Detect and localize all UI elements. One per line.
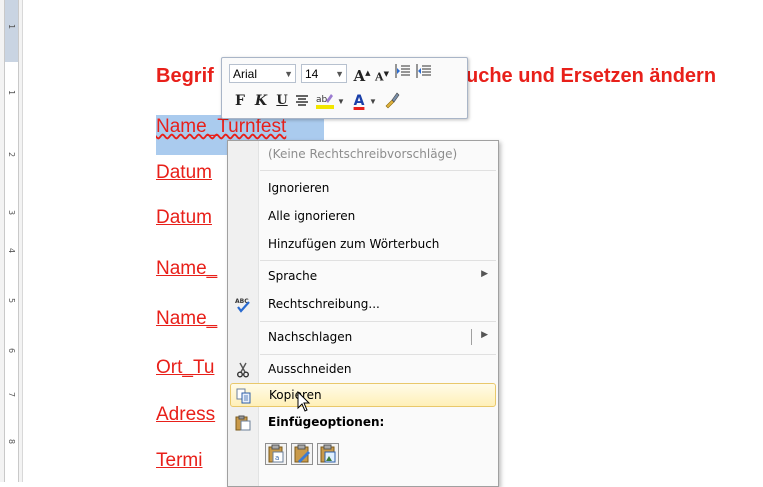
copy-icon bbox=[236, 388, 252, 404]
menu-item-no-suggestions: (Keine Rechtschreibvorschläge) bbox=[228, 143, 498, 167]
ruler-label: 7 bbox=[7, 391, 16, 398]
scissors-icon bbox=[235, 362, 251, 378]
page-edge bbox=[22, 0, 37, 482]
submenu-arrow-icon: ▶ bbox=[481, 269, 488, 279]
menu-separator bbox=[260, 321, 496, 322]
chevron-down-icon[interactable]: ▼ bbox=[337, 92, 345, 112]
paste-keep-source-formatting-button[interactable]: a bbox=[265, 443, 287, 465]
highlight-color-button[interactable]: ab bbox=[314, 91, 336, 111]
decrease-indent-button[interactable] bbox=[394, 63, 412, 83]
document-line[interactable]: Name_ bbox=[156, 258, 217, 280]
font-size-combobox[interactable]: 14 ▼ bbox=[301, 64, 347, 83]
center-align-button[interactable] bbox=[293, 93, 311, 113]
menu-item-copy[interactable]: Kopieren bbox=[230, 383, 496, 407]
ruler-label: 6 bbox=[7, 347, 16, 354]
shrink-font-button[interactable]: A▼ bbox=[374, 64, 390, 84]
ruler-label: 3 bbox=[7, 209, 16, 216]
menu-item-label: Nachschlagen bbox=[268, 330, 353, 344]
document-heading-start[interactable]: Begrif bbox=[156, 65, 214, 88]
menu-separator bbox=[260, 170, 496, 171]
increase-indent-icon bbox=[416, 64, 431, 78]
document-line[interactable]: Termi bbox=[156, 450, 202, 472]
ruler-label: 2 bbox=[7, 151, 16, 158]
mini-toolbar: Arial ▼ 14 ▼ A▲ A▼ F K U ab ▼ A ▼ bbox=[221, 57, 468, 119]
vertical-ruler[interactable]: 1 1 2 3 4 5 6 7 8 bbox=[0, 0, 22, 482]
menu-item-paste-options: Einfügeoptionen: bbox=[228, 411, 498, 435]
menu-separator bbox=[260, 354, 496, 355]
chevron-down-icon[interactable]: ▼ bbox=[335, 65, 344, 84]
menu-item-label: Rechtschreibung... bbox=[268, 297, 380, 311]
ruler-label: 5 bbox=[7, 297, 16, 304]
highlighter-icon: ab bbox=[316, 94, 334, 109]
menu-item-add-to-dictionary[interactable]: Hinzufügen zum Wörterbuch bbox=[228, 233, 498, 257]
menu-item-cut[interactable]: Ausschneiden bbox=[228, 358, 498, 382]
menu-item-label: (Keine Rechtschreibvorschläge) bbox=[268, 147, 458, 161]
svg-text:ab: ab bbox=[316, 95, 328, 105]
menu-item-label: Hinzufügen zum Wörterbuch bbox=[268, 237, 440, 251]
underline-button[interactable]: U bbox=[274, 91, 290, 111]
grow-font-icon: A bbox=[353, 67, 366, 85]
split-divider bbox=[471, 329, 472, 345]
menu-item-ignore[interactable]: Ignorieren bbox=[228, 177, 498, 201]
font-color-letter: A bbox=[353, 93, 365, 109]
spelling-check-icon: ABC bbox=[235, 297, 251, 313]
document-line[interactable]: Name_ bbox=[156, 308, 217, 330]
ruler-strip bbox=[4, 0, 19, 482]
menu-item-ignore-all[interactable]: Alle ignorieren bbox=[228, 205, 498, 229]
paste-as-picture-button[interactable] bbox=[317, 443, 339, 465]
shrink-font-icon: A bbox=[375, 70, 384, 84]
menu-item-spelling[interactable]: ABC Rechtschreibung... bbox=[228, 293, 498, 317]
submenu-arrow-icon: ▶ bbox=[481, 330, 488, 340]
menu-item-label: Ausschneiden bbox=[268, 362, 352, 376]
menu-item-label: Einfügeoptionen: bbox=[268, 415, 385, 429]
font-name-combobox[interactable]: Arial ▼ bbox=[229, 64, 296, 83]
menu-separator bbox=[260, 260, 496, 261]
format-painter-button[interactable] bbox=[382, 91, 402, 111]
chevron-down-icon[interactable]: ▼ bbox=[369, 92, 377, 112]
paste-keep-formatting-icon: a bbox=[268, 444, 284, 463]
increase-indent-button[interactable] bbox=[415, 63, 433, 83]
bold-button[interactable]: F bbox=[232, 91, 248, 111]
italic-button[interactable]: K bbox=[253, 91, 269, 111]
menu-item-label: Alle ignorieren bbox=[268, 209, 356, 223]
context-menu: (Keine Rechtschreibvorschläge) Ignoriere… bbox=[227, 140, 499, 487]
font-name-value: Arial bbox=[233, 67, 258, 81]
menu-item-language[interactable]: Sprache ▶ bbox=[228, 265, 498, 289]
ruler-label: 1 bbox=[7, 23, 16, 30]
grow-font-button[interactable]: A▲ bbox=[353, 63, 371, 85]
svg-text:a: a bbox=[275, 454, 279, 462]
selected-word[interactable]: Name_Turnfest bbox=[156, 116, 286, 138]
ruler-label: 8 bbox=[7, 438, 16, 445]
paste-icon bbox=[235, 415, 251, 431]
decrease-indent-icon bbox=[395, 64, 410, 78]
paste-picture-icon bbox=[320, 444, 336, 463]
menu-item-label: Sprache bbox=[268, 269, 318, 283]
document-line[interactable]: Datum bbox=[156, 162, 212, 184]
ruler-label: 1 bbox=[7, 89, 16, 96]
document-line[interactable]: Datum bbox=[156, 207, 212, 229]
document-heading-end[interactable]: uche und Ersetzen ändern bbox=[466, 65, 716, 88]
menu-item-label: Ignorieren bbox=[268, 181, 330, 195]
mouse-pointer-icon bbox=[297, 390, 311, 418]
paste-merge-formatting-button[interactable] bbox=[291, 443, 313, 465]
format-painter-icon bbox=[385, 92, 400, 109]
font-size-value: 14 bbox=[305, 67, 319, 81]
align-center-icon bbox=[296, 95, 308, 106]
chevron-down-icon[interactable]: ▼ bbox=[284, 65, 293, 84]
menu-item-label: Kopieren bbox=[269, 388, 322, 402]
ruler-label: 4 bbox=[7, 247, 16, 254]
document-line[interactable]: Adress bbox=[156, 404, 215, 426]
document-line[interactable]: Ort_Tu bbox=[156, 357, 214, 379]
font-color-button[interactable]: A bbox=[350, 91, 368, 111]
paste-merge-formatting-icon bbox=[294, 444, 310, 463]
menu-item-lookup[interactable]: Nachschlagen ▶ bbox=[228, 326, 498, 350]
